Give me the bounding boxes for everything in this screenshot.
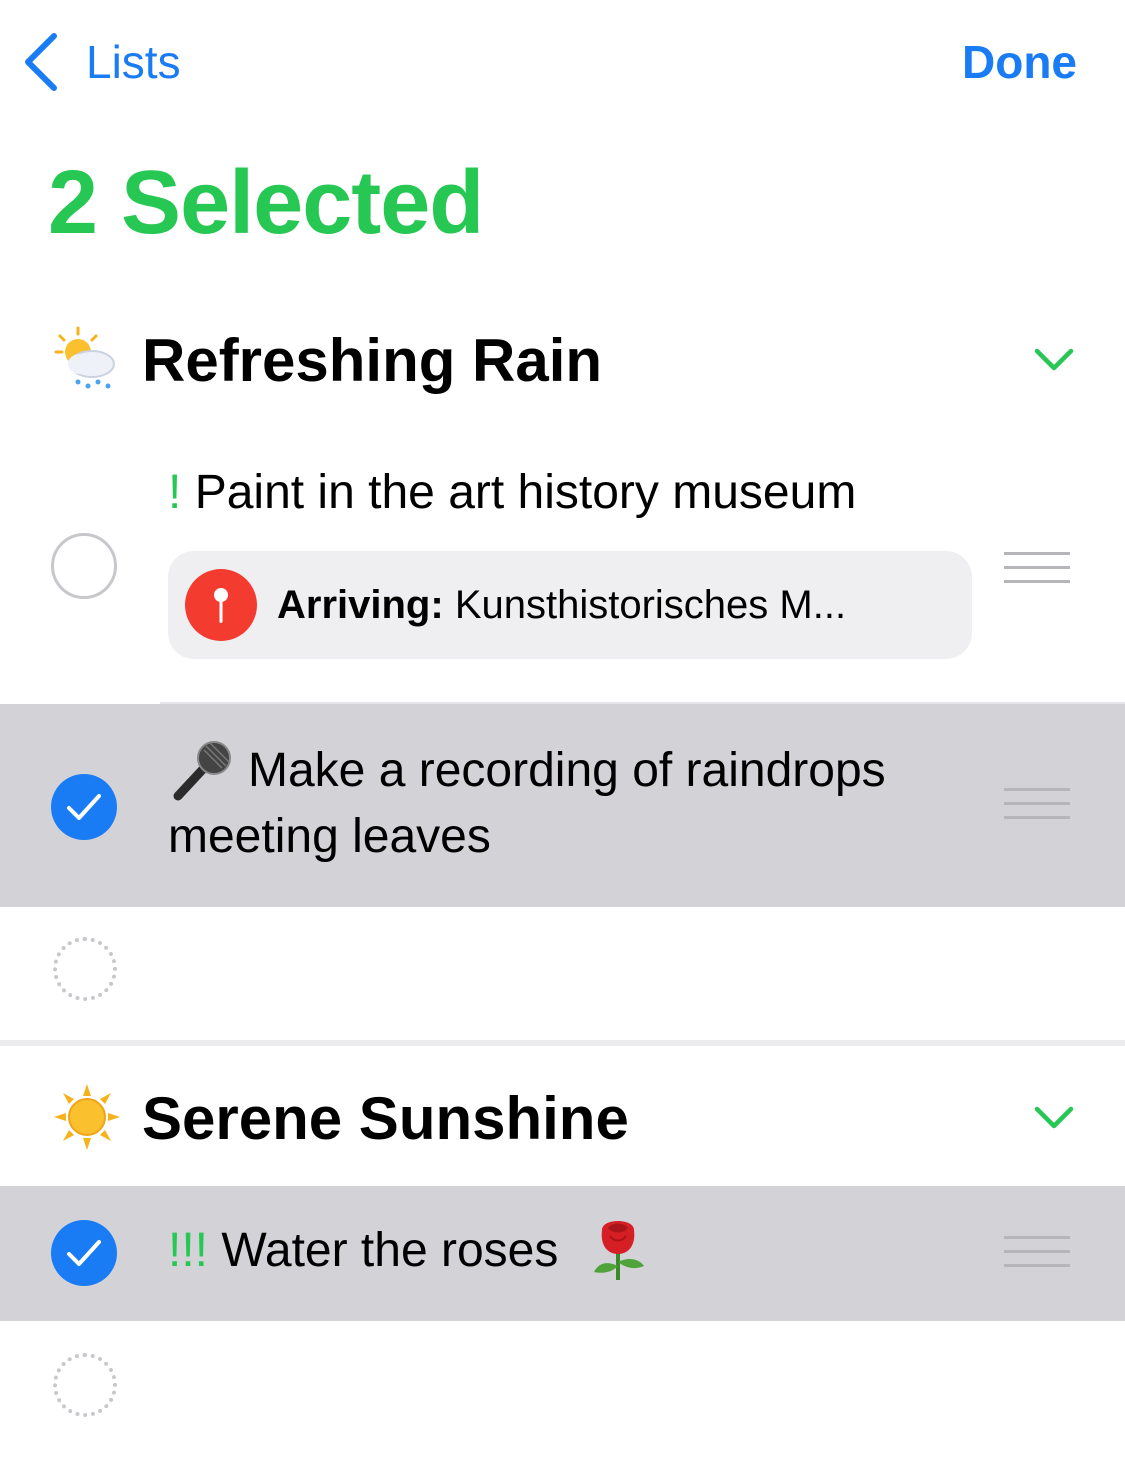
- section-header-serene-sunshine: Serene Sunshine: [0, 1058, 1125, 1178]
- selected-row[interactable]: Make a recording of raindrops meeting le…: [0, 704, 1125, 907]
- item-checkbox-checked[interactable]: [51, 774, 117, 840]
- chevron-down-icon[interactable]: [1033, 339, 1075, 381]
- reorder-handle[interactable]: [1004, 1236, 1070, 1272]
- item-checkbox-checked[interactable]: [51, 1220, 117, 1286]
- item-text: Paint in the art history museum: [194, 466, 857, 519]
- done-button[interactable]: Done: [962, 30, 1077, 94]
- priority-indicator: !!!: [168, 1224, 209, 1277]
- section-title: Refreshing Rain: [142, 326, 603, 394]
- location-text: Arriving: Kunsthistorisches M...: [277, 583, 846, 628]
- microphone-icon: [173, 741, 231, 801]
- checkmark-icon: [67, 794, 101, 820]
- item-text-line2: meeting leaves: [168, 810, 491, 863]
- priority-indicator: !: [168, 466, 182, 519]
- chevron-left-icon: [25, 33, 57, 91]
- location-place: Kunsthistorisches M...: [454, 582, 847, 627]
- section-header-refreshing-rain: Refreshing Rain: [0, 300, 1125, 420]
- section-title: Serene Sunshine: [142, 1084, 629, 1152]
- item-checkbox[interactable]: [51, 533, 117, 599]
- selected-row[interactable]: !!! Water the roses: [0, 1186, 1125, 1321]
- section-divider: [0, 1040, 1125, 1046]
- new-item-placeholder[interactable]: [53, 1353, 117, 1417]
- new-item-placeholder[interactable]: [53, 937, 117, 1001]
- item-title: ! Paint in the art history museum: [168, 460, 856, 526]
- location-reminder-chip[interactable]: Arriving: Kunsthistorisches M...: [168, 551, 972, 659]
- rose-icon: [594, 1221, 644, 1280]
- item-title: !!! Water the roses: [168, 1218, 558, 1284]
- reorder-handle[interactable]: [1004, 788, 1070, 824]
- page-title: 2 Selected: [48, 153, 484, 253]
- item-text: Water the roses: [221, 1224, 559, 1277]
- chevron-down-icon[interactable]: [1033, 1097, 1075, 1139]
- reorder-handle[interactable]: [1004, 552, 1070, 588]
- sun-icon: [54, 1084, 120, 1150]
- item-text-line1: Make a recording of raindrops: [248, 744, 886, 797]
- back-to-lists-button[interactable]: Lists: [22, 30, 181, 94]
- checkmark-icon: [67, 1240, 101, 1266]
- sun-behind-rain-cloud-icon: [54, 326, 115, 389]
- location-trigger-label: Arriving:: [277, 582, 444, 627]
- back-label: Lists: [86, 36, 181, 88]
- location-pin-icon: [185, 569, 257, 641]
